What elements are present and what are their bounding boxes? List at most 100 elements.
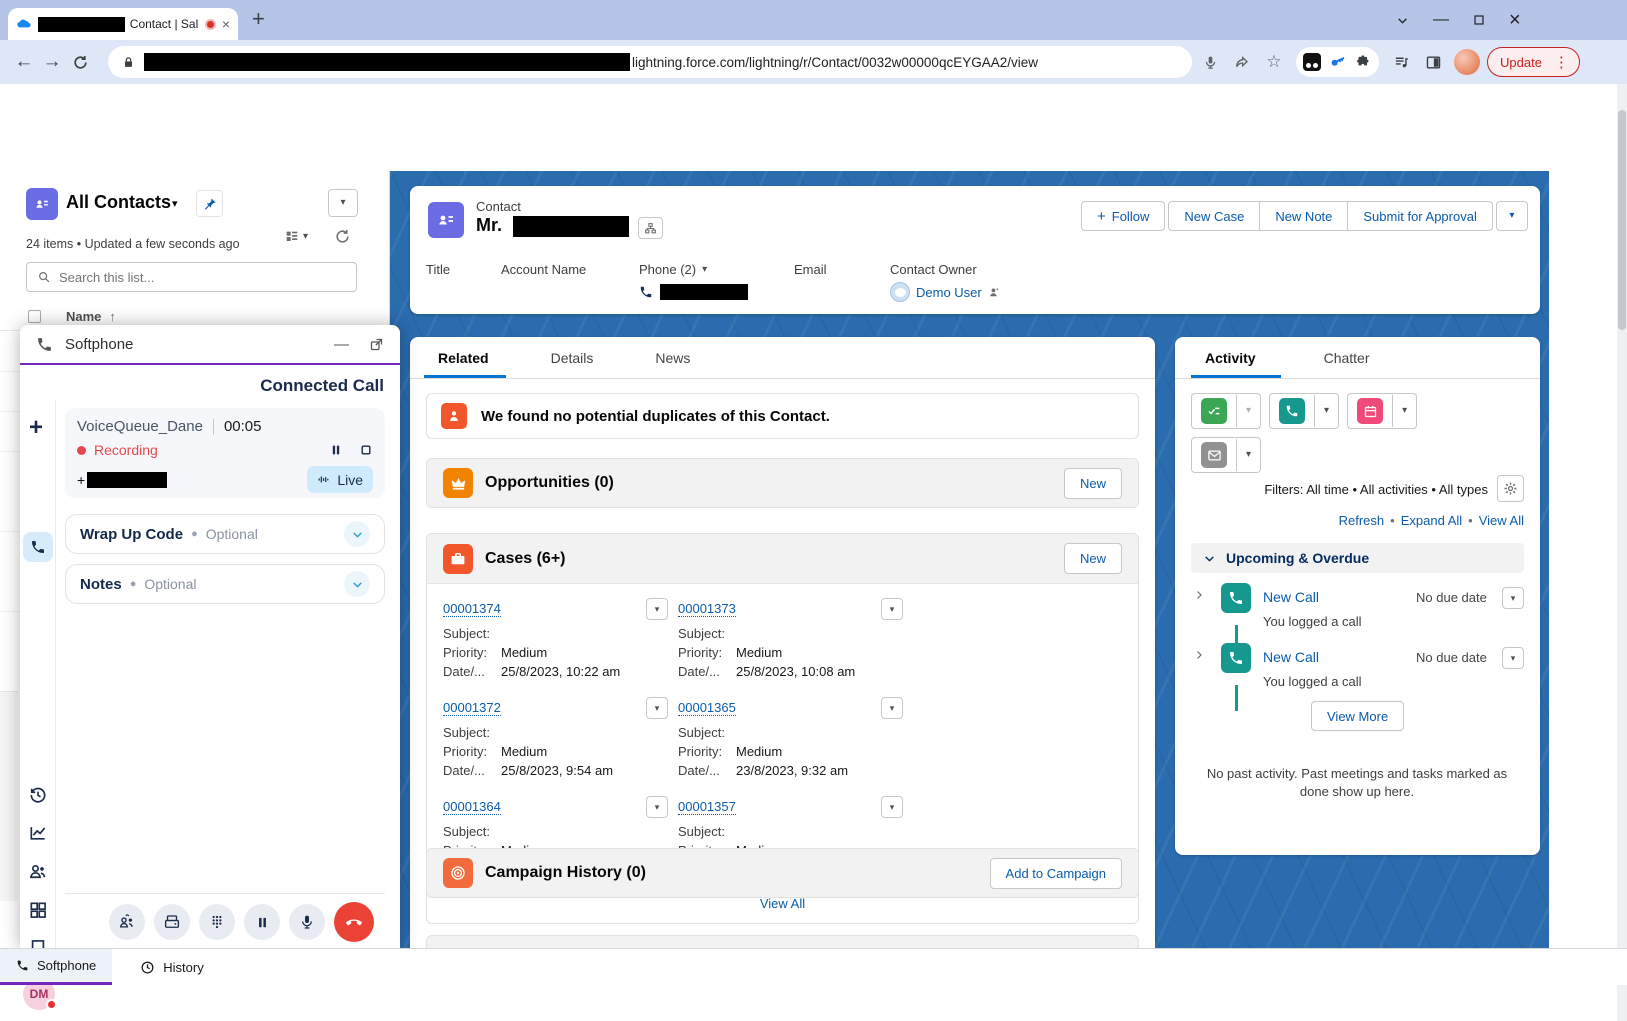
new-case-button[interactable]: New <box>1064 543 1122 574</box>
call-dropdown-icon[interactable]: ▾ <box>1314 395 1338 427</box>
wrapup-chevron-icon[interactable] <box>344 521 370 547</box>
hold-pause-icon[interactable] <box>244 904 280 940</box>
new-task-button[interactable] <box>1192 398 1236 424</box>
extensions-puzzle-icon[interactable] <box>1355 54 1372 71</box>
view-all-link[interactable]: View All <box>1479 513 1524 528</box>
new-event-button[interactable] <box>1348 398 1392 424</box>
event-dropdown-icon[interactable]: ▾ <box>1392 395 1416 427</box>
expand-chevron-icon[interactable] <box>1193 589 1205 601</box>
new-call-link[interactable]: New Call <box>1263 649 1319 665</box>
forward-icon[interactable]: → <box>38 48 66 76</box>
timeline-item-menu[interactable]: ▾ <box>1502 587 1524 609</box>
case-number-link[interactable]: 00001357 <box>678 799 736 815</box>
utility-softphone-tab[interactable]: Softphone <box>0 949 112 985</box>
case-row-menu[interactable]: ▾ <box>881 598 903 620</box>
case-row-menu[interactable]: ▾ <box>881 697 903 719</box>
opportunities-title[interactable]: Opportunities (0) <box>485 474 614 492</box>
submit-for-approval-button[interactable]: Submit for Approval <box>1347 202 1491 230</box>
utility-history-tab[interactable]: History <box>124 949 219 985</box>
notes-section[interactable]: Notes ● Optional <box>65 564 385 604</box>
task-dropdown-icon[interactable]: ▾ <box>1236 395 1260 427</box>
display-as-control[interactable]: ▾ <box>284 229 308 245</box>
case-row-menu[interactable]: ▾ <box>881 796 903 818</box>
add-to-campaign-button[interactable]: Add to Campaign <box>990 858 1122 889</box>
tab-close-icon[interactable]: × <box>222 16 230 32</box>
new-case-button[interactable]: New Case <box>1169 202 1259 230</box>
back-icon[interactable]: ← <box>10 48 38 76</box>
new-tab-button[interactable]: + <box>252 6 265 32</box>
extension-bw-icon[interactable] <box>1303 53 1321 71</box>
transfer-call-icon[interactable] <box>109 904 145 940</box>
timeline-item-menu[interactable]: ▾ <box>1502 647 1524 669</box>
view-hierarchy-button[interactable] <box>638 217 663 239</box>
window-close-icon[interactable]: × <box>1509 9 1521 32</box>
tab-details[interactable]: Details <box>551 350 594 366</box>
case-number-link[interactable]: 00001374 <box>443 601 501 617</box>
case-number-link[interactable]: 00001364 <box>443 799 501 815</box>
case-number-link[interactable]: 00001372 <box>443 700 501 716</box>
mic-icon[interactable] <box>1196 48 1224 76</box>
list-search[interactable] <box>26 262 357 292</box>
owner-link[interactable]: Demo User <box>916 285 982 300</box>
reload-icon[interactable] <box>66 48 94 76</box>
change-owner-icon[interactable] <box>988 286 1001 299</box>
history-icon[interactable] <box>28 785 48 805</box>
name-column-header[interactable]: Name <box>66 309 101 324</box>
tab-related[interactable]: Related <box>438 350 489 366</box>
contacts-icon[interactable] <box>28 861 48 881</box>
device-phone-icon[interactable] <box>154 904 190 940</box>
new-note-button[interactable]: New Note <box>1259 202 1347 230</box>
activity-filter-gear-button[interactable] <box>1497 475 1524 502</box>
view-more-button[interactable]: View More <box>1311 701 1404 731</box>
cases-view-all-link[interactable]: View All <box>760 896 805 911</box>
dialpad-icon[interactable] <box>199 904 235 940</box>
share-icon[interactable] <box>1228 48 1256 76</box>
sidebar-icon[interactable] <box>1419 48 1447 76</box>
minimize-icon[interactable]: — <box>326 336 357 353</box>
list-view-title[interactable]: All Contacts <box>66 192 171 213</box>
extension-key-icon[interactable] <box>1329 53 1347 71</box>
case-row-menu[interactable]: ▾ <box>646 697 668 719</box>
browser-profile-avatar[interactable] <box>1454 49 1480 75</box>
new-call-link[interactable]: New Call <box>1263 589 1319 605</box>
list-search-input[interactable] <box>59 270 346 285</box>
case-number-link[interactable]: 00001373 <box>678 601 736 617</box>
select-all-checkbox[interactable] <box>28 310 41 323</box>
apps-grid-icon[interactable] <box>28 900 48 920</box>
campaign-title[interactable]: Campaign History (0) <box>485 864 646 882</box>
tab-search-chevron-icon[interactable] <box>1396 14 1409 27</box>
tab-activity[interactable]: Activity <box>1205 350 1256 366</box>
browser-tab[interactable]: Contact | Sal × <box>8 8 238 40</box>
playlist-icon[interactable] <box>1387 48 1415 76</box>
more-actions-dropdown[interactable]: ▾ <box>1496 201 1528 231</box>
update-button[interactable]: Update ⋮ <box>1487 47 1580 77</box>
list-controls-dropdown[interactable]: ▾ <box>328 189 358 217</box>
pause-recording-icon[interactable] <box>329 443 343 457</box>
list-refresh-icon[interactable] <box>334 228 351 245</box>
tab-news[interactable]: News <box>655 350 690 366</box>
email-button[interactable] <box>1192 442 1236 468</box>
follow-button[interactable]: + Follow <box>1081 201 1165 231</box>
case-number-link[interactable]: 00001365 <box>678 700 736 716</box>
cases-title[interactable]: Cases (6+) <box>485 550 566 568</box>
window-maximize-icon[interactable] <box>1473 14 1485 26</box>
case-row-menu[interactable]: ▾ <box>646 598 668 620</box>
tab-chatter[interactable]: Chatter <box>1324 350 1370 366</box>
browser-menu-kebab-icon[interactable]: ⋮ <box>1548 53 1575 71</box>
new-opportunity-button[interactable]: New <box>1064 468 1122 499</box>
phone-dropdown-icon[interactable]: ▾ <box>702 265 707 275</box>
stats-chart-icon[interactable] <box>28 823 48 843</box>
list-view-chevron-icon[interactable]: ▾ <box>172 199 178 210</box>
scrollbar-thumb[interactable] <box>1618 110 1626 330</box>
popout-icon[interactable] <box>369 337 384 352</box>
case-row-menu[interactable]: ▾ <box>646 796 668 818</box>
refresh-link[interactable]: Refresh <box>1339 513 1385 528</box>
bookmark-star-icon[interactable]: ☆ <box>1260 48 1288 76</box>
upcoming-overdue-header[interactable]: Upcoming & Overdue <box>1191 543 1524 573</box>
expand-all-link[interactable]: Expand All <box>1401 513 1462 528</box>
wrapup-section[interactable]: Wrap Up Code ● Optional <box>65 514 385 554</box>
live-badge[interactable]: Live <box>307 466 373 493</box>
email-dropdown-icon[interactable]: ▾ <box>1236 439 1260 471</box>
notes-chevron-icon[interactable] <box>344 571 370 597</box>
stop-recording-icon[interactable] <box>359 443 373 457</box>
